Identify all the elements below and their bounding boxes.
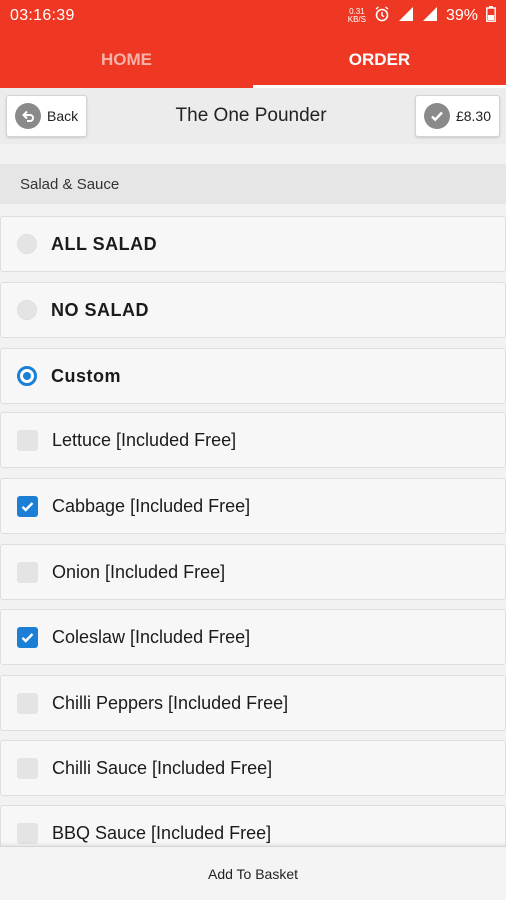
back-label: Back <box>47 108 79 124</box>
option-no-salad[interactable]: NO SALAD <box>0 282 506 338</box>
option-label: ALL SALAD <box>51 233 158 254</box>
basket-total: £8.30 <box>455 108 491 124</box>
section-title: Salad & Sauce <box>0 164 506 204</box>
radio-button[interactable] <box>17 300 37 320</box>
network-speed-unit: KB/S <box>347 15 366 24</box>
back-button[interactable]: Back <box>6 95 88 137</box>
signal-icon <box>398 6 414 27</box>
options-list: ALL SALAD NO SALAD Custom Lettuce [Inclu… <box>0 216 506 846</box>
option-label: Lettuce [Included Free] <box>52 429 237 450</box>
battery-level: 39% <box>445 7 478 24</box>
option-lettuce[interactable]: Lettuce [Included Free] <box>0 412 506 468</box>
option-label: Onion [Included Free] <box>52 561 226 582</box>
option-label: NO SALAD <box>51 299 149 320</box>
checkbox-checked[interactable] <box>17 495 38 517</box>
option-onion[interactable]: Onion [Included Free] <box>0 544 506 600</box>
battery-icon <box>486 5 496 27</box>
option-label: Chilli Sauce [Included Free] <box>52 757 273 778</box>
checkbox[interactable] <box>17 822 38 844</box>
basket-total-button[interactable]: £8.30 <box>414 95 500 137</box>
add-to-basket-button[interactable]: Add To Basket <box>0 846 506 900</box>
check-icon <box>21 501 34 512</box>
signal-icon-2 <box>422 6 438 27</box>
checkbox[interactable] <box>17 429 38 451</box>
option-bbq-sauce[interactable]: BBQ Sauce [Included Free] <box>0 805 506 846</box>
checkmark-icon <box>423 103 450 129</box>
checkbox[interactable] <box>17 561 38 583</box>
app-bar: 03:16:39 0.31 KB/S 39% HOME ORDER <box>0 0 506 88</box>
option-cabbage[interactable]: Cabbage [Included Free] <box>0 478 506 534</box>
radio-button-selected[interactable] <box>17 366 37 386</box>
option-label: Chilli Peppers [Included Free] <box>52 692 289 713</box>
network-speed: 0.31 KB/S <box>348 8 366 24</box>
page-title: The One Pounder <box>175 105 327 126</box>
option-chilli-peppers[interactable]: Chilli Peppers [Included Free] <box>0 675 506 731</box>
checkbox[interactable] <box>17 757 38 779</box>
checkbox[interactable] <box>17 692 38 714</box>
tab-order[interactable]: ORDER <box>253 32 506 88</box>
option-coleslaw[interactable]: Coleslaw [Included Free] <box>0 609 506 665</box>
tab-home[interactable]: HOME <box>0 32 253 88</box>
checkbox-checked[interactable] <box>17 626 38 648</box>
alarm-icon <box>374 5 390 27</box>
option-label: Cabbage [Included Free] <box>52 495 251 516</box>
tab-bar: HOME ORDER <box>0 32 506 88</box>
option-chilli-sauce[interactable]: Chilli Sauce [Included Free] <box>0 740 506 796</box>
page-header: Back The One Pounder £8.30 <box>0 88 506 144</box>
option-label: Coleslaw [Included Free] <box>52 626 251 647</box>
option-custom[interactable]: Custom <box>0 348 506 404</box>
back-arrow-icon <box>15 103 41 129</box>
option-label: BBQ Sauce [Included Free] <box>52 822 272 843</box>
status-bar: 03:16:39 0.31 KB/S 39% <box>0 0 506 32</box>
check-icon <box>21 632 34 643</box>
radio-button[interactable] <box>17 234 37 254</box>
clock: 03:16:39 <box>10 7 75 24</box>
option-label: Custom <box>51 365 121 386</box>
option-all-salad[interactable]: ALL SALAD <box>0 216 506 272</box>
